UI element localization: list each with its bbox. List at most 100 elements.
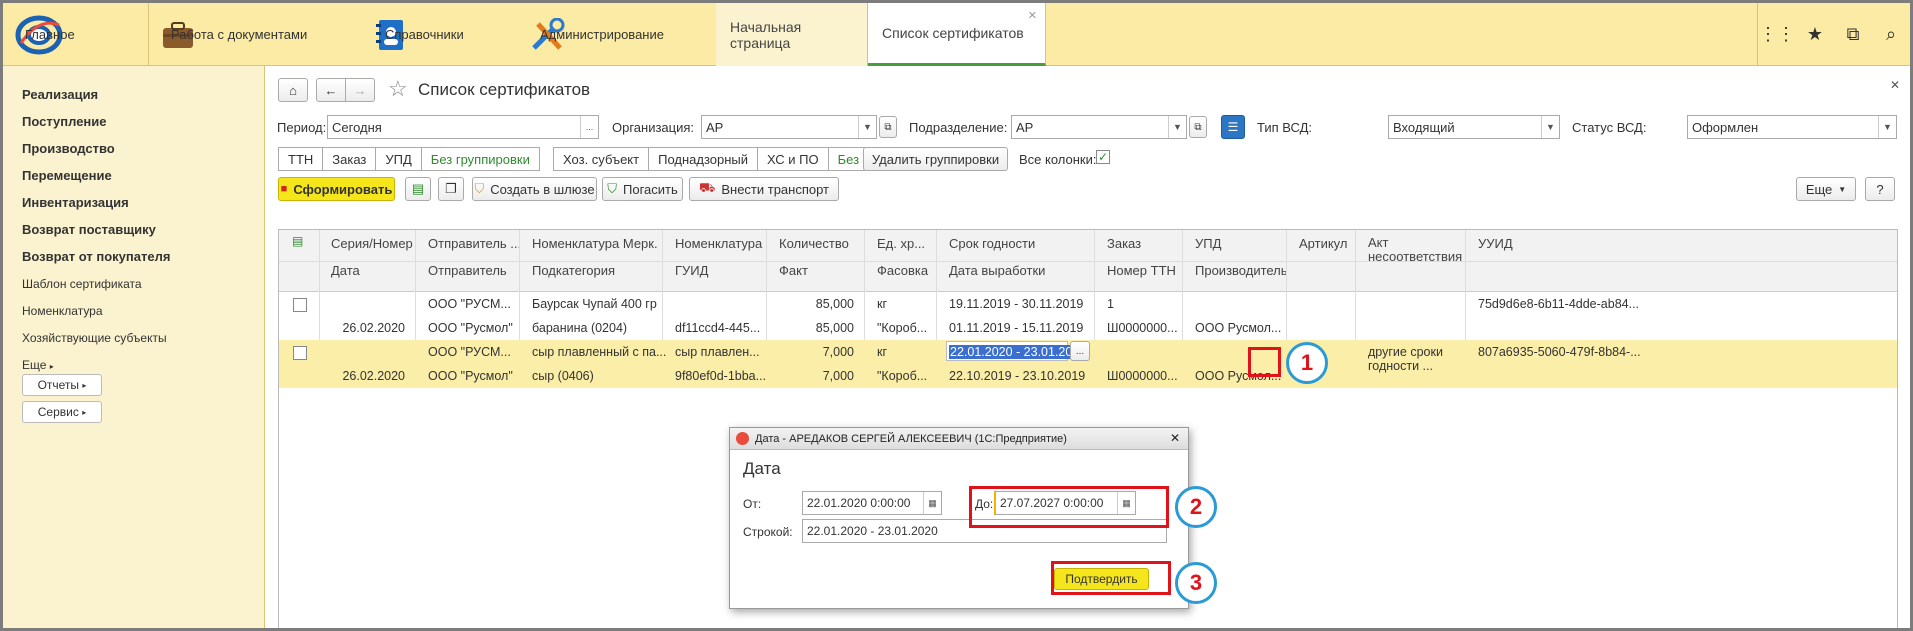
org-open-button[interactable]: ⧉ bbox=[879, 116, 897, 138]
table-cell: 9f80ef0d-1bba... bbox=[675, 369, 767, 383]
header-act[interactable]: Акт несоответствия bbox=[1368, 236, 1462, 264]
add-transport-button[interactable]: ⛟ Внести транспорт bbox=[689, 177, 839, 201]
header-uuid[interactable]: УУИД bbox=[1478, 236, 1513, 251]
header-nomenclature-merk[interactable]: Номенклатура Мерк. bbox=[532, 236, 658, 251]
header-series[interactable]: Серия/Номер bbox=[331, 236, 413, 251]
sidebar: Реализация Поступление Производство Пере… bbox=[3, 66, 265, 628]
group-upd-button[interactable]: УПД bbox=[376, 148, 422, 170]
header-guid[interactable]: ГУИД bbox=[675, 263, 708, 278]
group-supervised-button[interactable]: Поднадзорный bbox=[649, 148, 759, 170]
more-button[interactable]: Еще ▼ bbox=[1796, 177, 1856, 201]
sidebar-link-entities[interactable]: Хозяйствующие субъекты bbox=[22, 331, 167, 345]
close-form-icon[interactable]: ✕ bbox=[1890, 78, 1900, 92]
repay-label: Погасить bbox=[623, 181, 678, 197]
form-button[interactable]: ■ Сформировать bbox=[278, 177, 395, 201]
sidebar-link-nomenclature[interactable]: Номенклатура bbox=[22, 304, 103, 318]
calendar-icon[interactable]: ▦ bbox=[923, 492, 941, 514]
period-field[interactable]: Сегодня... bbox=[327, 115, 599, 139]
history-icon[interactable]: ⧉ bbox=[1834, 24, 1872, 45]
org-field[interactable]: АР ▼ bbox=[701, 115, 877, 139]
section-home[interactable]: Главное bbox=[15, 3, 148, 66]
refresh-button[interactable]: ▤ bbox=[405, 177, 431, 201]
sidebar-item-return-customer[interactable]: Возврат от покупателя bbox=[22, 249, 170, 264]
header-production-date[interactable]: Дата выработки bbox=[949, 263, 1045, 278]
favorite-star-icon[interactable]: ☆ bbox=[388, 76, 408, 102]
table-cell: Ш0000000... bbox=[1107, 321, 1178, 335]
header-fact[interactable]: Факт bbox=[779, 263, 808, 278]
sidebar-item-return-supplier[interactable]: Возврат поставщику bbox=[22, 222, 156, 237]
back-button[interactable]: ← bbox=[316, 78, 346, 102]
star-icon[interactable]: ★ bbox=[1796, 24, 1834, 45]
header-upd[interactable]: УПД bbox=[1195, 236, 1221, 251]
home-button[interactable]: ⌂ bbox=[278, 78, 308, 102]
grid-menu-icon[interactable]: ⋮⋮ bbox=[1758, 24, 1796, 45]
close-tab-icon[interactable]: ✕ bbox=[1028, 9, 1037, 22]
close-icon[interactable]: ✕ bbox=[1170, 431, 1180, 445]
all-columns-checkbox[interactable]: ✓ bbox=[1096, 150, 1110, 164]
copy-button[interactable]: ❐ bbox=[438, 177, 464, 201]
header-unit[interactable]: Ед. хр... bbox=[877, 236, 925, 251]
reports-button[interactable]: Отчеты ▸ bbox=[22, 374, 102, 396]
sidebar-link-template[interactable]: Шаблон сертификата bbox=[22, 277, 142, 291]
sidebar-item-sales[interactable]: Реализация bbox=[22, 87, 98, 102]
sidebar-item-movement[interactable]: Перемещение bbox=[22, 168, 112, 183]
open-tabs: Начальная страница Список сертификатов ✕ bbox=[716, 3, 1046, 66]
tab-certificates[interactable]: Список сертификатов ✕ bbox=[868, 3, 1046, 66]
group-entity-button[interactable]: Хоз. субъект bbox=[554, 148, 650, 170]
row-checkbox[interactable] bbox=[293, 346, 307, 360]
sidebar-link-more[interactable]: Еще ▸ bbox=[22, 358, 54, 372]
chevron-down-icon[interactable]: ▼ bbox=[1541, 116, 1559, 138]
row-checkbox[interactable] bbox=[293, 298, 307, 312]
header-date[interactable]: Дата bbox=[331, 263, 360, 278]
repay-button[interactable]: ⛉ Погасить bbox=[602, 177, 683, 201]
chevron-down-icon[interactable]: ▼ bbox=[1878, 116, 1896, 138]
from-date-field[interactable]: 22.01.2020 0:00:00 ▦ bbox=[802, 491, 942, 515]
period-choose-button[interactable]: ... bbox=[580, 116, 598, 138]
org-label: Организация: bbox=[612, 120, 695, 135]
chevron-down-icon[interactable]: ▼ bbox=[858, 116, 876, 138]
group-order-button[interactable]: Заказ bbox=[323, 148, 377, 170]
header-subcategory[interactable]: Подкатегория bbox=[532, 263, 615, 278]
dialog-heading: Дата bbox=[743, 459, 781, 478]
vsd-status-field[interactable]: Оформлен ▼ bbox=[1687, 115, 1897, 139]
table-cell: 75d9d6e8-6b11-4dde-ab84... bbox=[1478, 297, 1640, 311]
shield-check-icon: ⛉ bbox=[607, 181, 617, 196]
shelf-life-choose-button[interactable]: ... bbox=[1070, 341, 1090, 361]
tab-home-page[interactable]: Начальная страница bbox=[716, 3, 868, 66]
search-icon[interactable]: ⌕ bbox=[1872, 24, 1910, 45]
vsd-type-field[interactable]: Входящий ▼ bbox=[1388, 115, 1560, 139]
section-admin[interactable]: Администрирование bbox=[518, 3, 716, 66]
group-hs-po-button[interactable]: ХС и ПО bbox=[758, 148, 829, 170]
form-label: Сформировать bbox=[293, 181, 393, 197]
division-open-button[interactable]: ⧉ bbox=[1189, 116, 1207, 138]
header-nomenclature[interactable]: Номенклатура bbox=[675, 236, 762, 251]
header-shelf-life[interactable]: Срок годности bbox=[949, 236, 1035, 251]
header-ttn-number[interactable]: Номер ТТН bbox=[1107, 263, 1176, 278]
group-ttn-button[interactable]: ТТН bbox=[279, 148, 324, 170]
list-settings-button[interactable]: ☰ bbox=[1221, 115, 1245, 139]
remove-groupings-button[interactable]: Удалить группировки bbox=[863, 147, 1008, 171]
header-manufacturer[interactable]: Производитель bbox=[1195, 263, 1288, 278]
table-cell: 1 bbox=[1107, 297, 1114, 311]
forward-button[interactable]: → bbox=[345, 78, 375, 102]
help-button[interactable]: ? bbox=[1865, 177, 1895, 201]
sidebar-item-production[interactable]: Производство bbox=[22, 141, 115, 156]
division-field[interactable]: АР ▼ bbox=[1011, 115, 1187, 139]
header-order[interactable]: Заказ bbox=[1107, 236, 1141, 251]
table-cell: 22.10.2019 - 23.10.2019 bbox=[949, 369, 1086, 383]
sidebar-item-inventory[interactable]: Инвентаризация bbox=[22, 195, 129, 210]
header-packing[interactable]: Фасовка bbox=[877, 263, 928, 278]
chevron-down-icon[interactable]: ▼ bbox=[1168, 116, 1186, 138]
section-references[interactable]: Справочники bbox=[363, 3, 503, 66]
shelf-life-selected-value[interactable]: 22.01.2020 - 23.01.2020 bbox=[949, 345, 1088, 359]
sidebar-item-receipt[interactable]: Поступление bbox=[22, 114, 107, 129]
header-sender[interactable]: Отправитель bbox=[428, 263, 507, 278]
section-documents[interactable]: Работа с документами bbox=[148, 3, 353, 66]
create-gateway-button[interactable]: ⛉ Создать в шлюзе bbox=[472, 177, 597, 201]
group-none-button[interactable]: Без группировки bbox=[422, 148, 539, 170]
header-article[interactable]: Артикул bbox=[1299, 236, 1347, 251]
header-quantity[interactable]: Количество bbox=[779, 236, 849, 251]
service-button[interactable]: Сервис ▸ bbox=[22, 401, 102, 423]
header-sender-short[interactable]: Отправитель ... bbox=[428, 236, 521, 251]
sidebar-more-label: Еще bbox=[22, 358, 47, 372]
